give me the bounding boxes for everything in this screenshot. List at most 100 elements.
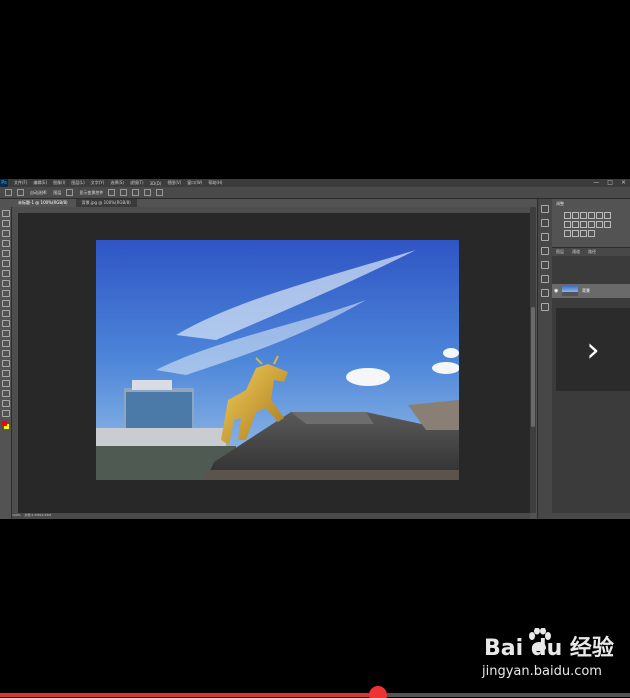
layers-panel-tabs: 图层 通道 路径: [552, 248, 630, 256]
3d-mode-icon[interactable]: [156, 189, 164, 196]
adjustments-grid: [552, 209, 630, 240]
adjustments-title: 调整: [556, 201, 564, 206]
move-tool-icon[interactable]: [5, 189, 12, 196]
paragraph-panel-icon[interactable]: [541, 247, 549, 255]
document-tabs: 未标题-1 @ 100%(RGB/8) 背景.jpg @ 100%(RGB/8): [12, 199, 139, 207]
black-white-icon[interactable]: [572, 221, 579, 228]
align-center-icon[interactable]: [120, 189, 128, 196]
gradient-tool-icon[interactable]: [1, 320, 10, 327]
color-lookup-icon[interactable]: [596, 221, 603, 228]
selective-color-icon[interactable]: [588, 230, 595, 237]
tab-layers[interactable]: 图层: [556, 249, 564, 255]
exposure-icon[interactable]: [588, 212, 595, 219]
pen-tool-icon[interactable]: [1, 350, 10, 357]
foreground-color-swatch[interactable]: [2, 421, 7, 426]
auto-select-dropdown[interactable]: 图层: [53, 190, 61, 196]
watermark-brand: Bai du 经验: [484, 636, 614, 661]
next-panel[interactable]: ›: [556, 308, 630, 391]
panel-dock-icons: [537, 199, 552, 519]
threshold-icon[interactable]: [572, 230, 579, 237]
menu-item-filter[interactable]: 滤镜(T): [130, 180, 144, 186]
menu-item-select[interactable]: 选择(S): [110, 180, 124, 186]
auto-select-checkbox[interactable]: [17, 189, 24, 196]
history-panel-icon[interactable]: [541, 205, 549, 213]
video-frame: Ps 文件(F) 编辑(E) 图像(I) 图层(L) 文字(Y) 选择(S) 滤…: [0, 0, 630, 698]
properties-panel-icon[interactable]: [541, 219, 549, 227]
options-bar: 自动选择: 图层 显示变换控件: [0, 187, 630, 199]
curves-icon[interactable]: [580, 212, 587, 219]
vertical-scrollbar[interactable]: [530, 207, 536, 513]
scrollbar-thumb[interactable]: [531, 307, 535, 427]
tab-document-1[interactable]: 未标题-1 @ 100%(RGB/8): [12, 199, 74, 207]
tab-channels[interactable]: 通道: [572, 249, 580, 255]
watermark-url: jingyan.baidu.com: [482, 664, 602, 679]
hue-icon[interactable]: [604, 212, 611, 219]
path-select-tool-icon[interactable]: [1, 370, 10, 377]
channel-mixer-icon[interactable]: [588, 221, 595, 228]
lasso-tool-icon[interactable]: [1, 230, 10, 237]
menu-item-window[interactable]: 窗口(W): [187, 180, 202, 186]
tools-panel: [0, 207, 12, 519]
swatches-panel-icon[interactable]: [541, 275, 549, 283]
more-tools-icon[interactable]: [1, 410, 10, 417]
align-left-icon[interactable]: [108, 189, 116, 196]
visibility-eye-icon[interactable]: ◉: [554, 288, 559, 294]
type-tool-icon[interactable]: [1, 360, 10, 367]
tab-paths[interactable]: 路径: [588, 249, 596, 255]
info-panel-icon[interactable]: [541, 289, 549, 297]
menu-item-layer[interactable]: 图层(L): [71, 180, 84, 186]
eraser-tool-icon[interactable]: [1, 310, 10, 317]
character-panel-icon[interactable]: [541, 233, 549, 241]
menu-item-type[interactable]: 文字(Y): [91, 180, 105, 186]
align-right-icon[interactable]: [132, 189, 140, 196]
quick-select-tool-icon[interactable]: [1, 240, 10, 247]
posterize-icon[interactable]: [564, 230, 571, 237]
brush-tool-icon[interactable]: [1, 280, 10, 287]
chevron-right-icon[interactable]: ›: [556, 308, 630, 391]
status-bar: 100% 文档:2.25M/2.25M: [12, 513, 530, 519]
gradient-map-icon[interactable]: [580, 230, 587, 237]
canvas-photo: [96, 240, 459, 480]
layers-footer: [552, 513, 630, 519]
layer-thumbnail: [562, 286, 578, 296]
vibrance-icon[interactable]: [596, 212, 603, 219]
color-balance-icon[interactable]: [564, 221, 571, 228]
zoom-level[interactable]: 100%: [12, 513, 21, 517]
menu-item-3d[interactable]: 3D(D): [150, 181, 162, 186]
marquee-tool-icon[interactable]: [1, 220, 10, 227]
adjustments-panel: 调整: [552, 199, 630, 248]
brightness-icon[interactable]: [564, 212, 571, 219]
video-progress-knob[interactable]: [369, 686, 387, 698]
crop-tool-icon[interactable]: [1, 250, 10, 257]
shape-tool-icon[interactable]: [1, 380, 10, 387]
tab-document-2[interactable]: 背景.jpg @ 100%(RGB/8): [75, 199, 137, 207]
distribute-icon[interactable]: [144, 189, 152, 196]
menu-bar: Ps 文件(F) 编辑(E) 图像(I) 图层(L) 文字(Y) 选择(S) 滤…: [0, 179, 630, 187]
close-button[interactable]: ×: [621, 179, 626, 186]
eyedropper-tool-icon[interactable]: [1, 260, 10, 267]
hand-tool-icon[interactable]: [1, 390, 10, 397]
show-transform-checkbox[interactable]: [66, 189, 74, 196]
minimize-button[interactable]: —: [593, 179, 599, 186]
layer-row[interactable]: ◉ 背景: [552, 284, 630, 298]
invert-icon[interactable]: [604, 221, 611, 228]
menu-item-help[interactable]: 帮助(H): [208, 180, 222, 186]
maximize-button[interactable]: □: [607, 179, 613, 186]
dodge-tool-icon[interactable]: [1, 340, 10, 347]
healing-tool-icon[interactable]: [1, 270, 10, 277]
photo-filter-icon[interactable]: [580, 221, 587, 228]
levels-icon[interactable]: [572, 212, 579, 219]
history-brush-tool-icon[interactable]: [1, 300, 10, 307]
layer-name: 背景: [582, 288, 590, 293]
menu-item-file[interactable]: 文件(F): [14, 180, 27, 186]
zoom-tool-icon[interactable]: [1, 400, 10, 407]
stamp-tool-icon[interactable]: [1, 290, 10, 297]
auto-select-label: 自动选择:: [30, 189, 48, 195]
blur-tool-icon[interactable]: [1, 330, 10, 337]
menu-item-view[interactable]: 视图(V): [167, 180, 181, 186]
brush-panel-icon[interactable]: [541, 261, 549, 269]
move-tool-icon[interactable]: [1, 210, 10, 217]
navigator-panel-icon[interactable]: [541, 303, 549, 311]
menu-item-image[interactable]: 图像(I): [53, 180, 65, 186]
menu-item-edit[interactable]: 编辑(E): [33, 180, 47, 186]
